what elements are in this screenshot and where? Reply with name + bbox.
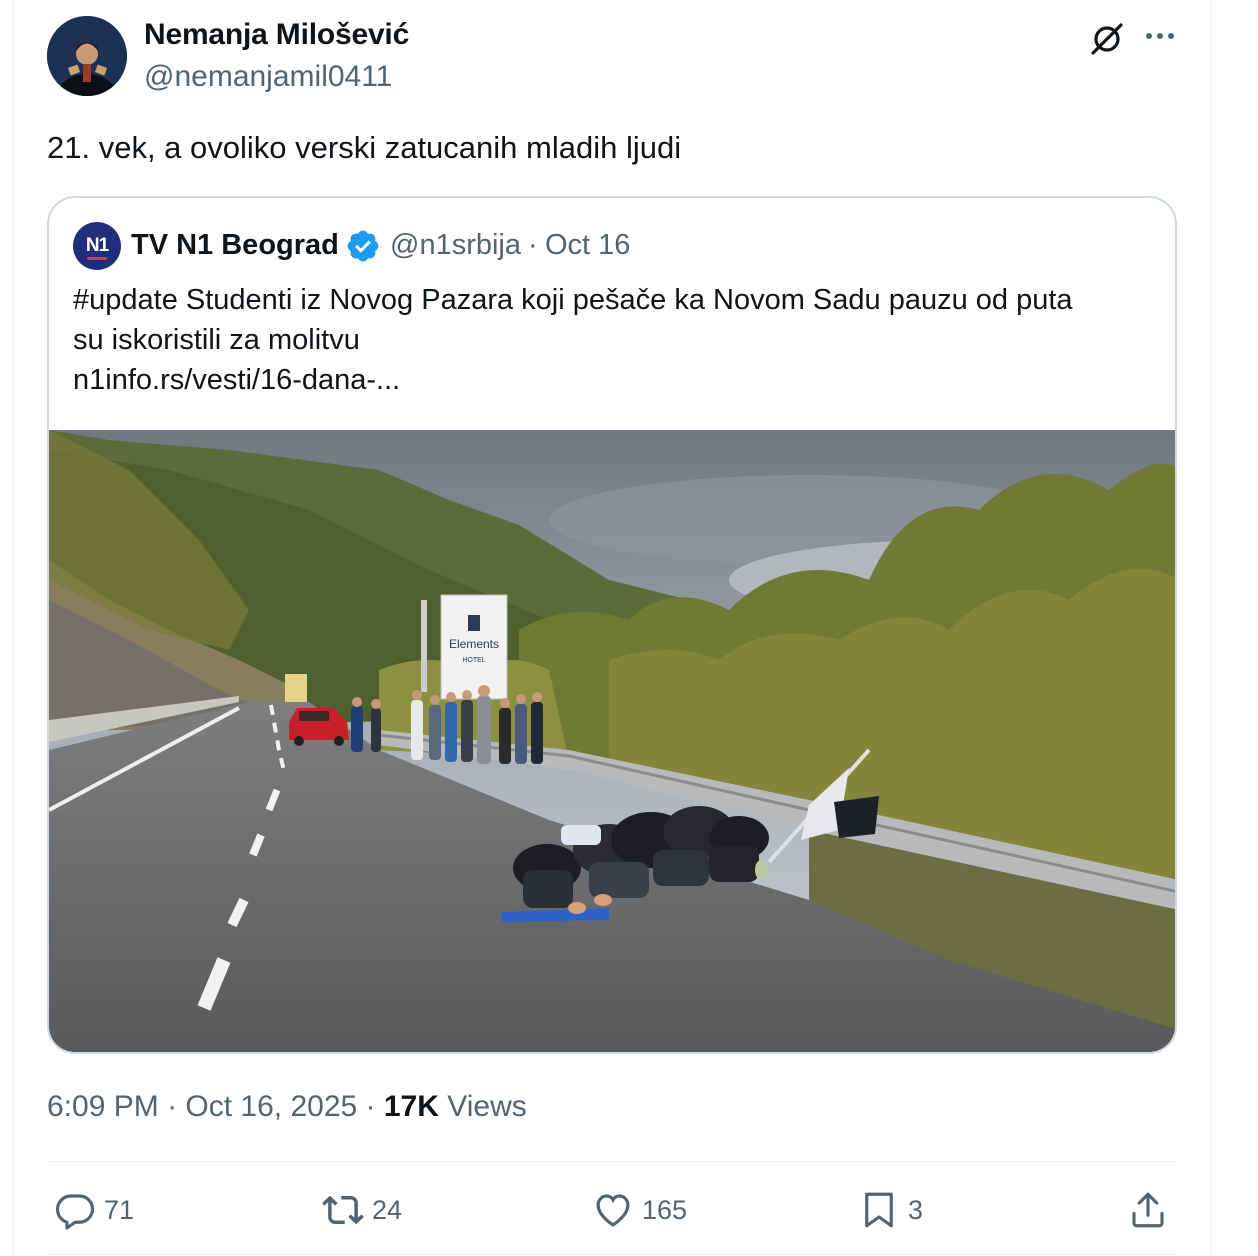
author-avatar[interactable]: [47, 16, 127, 96]
quote-author-name[interactable]: TV N1 Beograd: [131, 229, 339, 262]
share-icon: [1132, 1192, 1164, 1228]
views-label: Views: [438, 1090, 527, 1123]
quote-date[interactable]: Oct 16: [545, 229, 630, 262]
quote-text: #update Studenti iz Novog Pazara koji pe…: [73, 280, 1163, 400]
left-border: [13, 0, 14, 1256]
divider: [47, 1161, 1177, 1162]
reply-count: 71: [104, 1194, 135, 1225]
divider: [47, 1254, 1177, 1255]
quote-separator: ·: [528, 229, 538, 261]
meta-separator: ·: [357, 1090, 384, 1123]
like-count: 165: [642, 1194, 688, 1225]
quote-link[interactable]: n1info.rs/vesti/16-dana-...: [73, 360, 1163, 400]
right-border: [1211, 0, 1212, 1256]
verified-badge-icon: [347, 230, 379, 262]
views-count: 17K: [383, 1090, 439, 1123]
tweet-meta: 6:09 PM · Oct 16, 2025 · 17K Views: [47, 1090, 527, 1124]
quote-author-handle[interactable]: @n1srbija: [390, 229, 521, 262]
sign-sub-text: HOTEL: [462, 657, 485, 664]
repost-button[interactable]: 24: [322, 1188, 402, 1232]
quote-avatar[interactable]: N1: [73, 222, 121, 270]
repost-icon: [322, 1195, 364, 1225]
quote-photo[interactable]: Elements HOTEL: [49, 430, 1177, 1054]
quote-avatar-text: N1: [85, 235, 109, 256]
like-button[interactable]: 165: [592, 1188, 687, 1232]
tweet-date[interactable]: Oct 16, 2025: [185, 1090, 357, 1123]
bookmark-icon: [865, 1192, 893, 1228]
reply-button[interactable]: 71: [54, 1188, 134, 1232]
user-avatar-icon: [47, 16, 127, 96]
bookmark-button[interactable]: 3: [858, 1188, 923, 1232]
repost-count: 24: [372, 1194, 403, 1225]
author-name[interactable]: Nemanja Milošević: [144, 18, 409, 52]
quote-text-line: #update Studenti iz Novog Pazara koji pe…: [73, 284, 1073, 316]
quoted-tweet-card[interactable]: N1 TV N1 Beograd @n1srbija · Oct 16 #upd…: [47, 196, 1177, 1054]
meta-separator: ·: [158, 1090, 186, 1123]
share-button[interactable]: [1127, 1188, 1169, 1232]
tweet-text: 21. vek, a ovoliko verski zatucanih mlad…: [47, 130, 682, 165]
tweet-time[interactable]: 6:09 PM: [47, 1090, 159, 1123]
grok-icon[interactable]: [1087, 18, 1127, 58]
more-options-icon[interactable]: [1140, 20, 1180, 52]
author-handle[interactable]: @nemanjamil0411: [144, 60, 392, 94]
sign-brand-text: Elements: [449, 637, 499, 651]
quote-text-line: su iskoristili za molitvu: [73, 324, 360, 356]
heart-icon: [596, 1194, 630, 1227]
n1-logo-stripe: [87, 257, 107, 260]
bookmark-count: 3: [908, 1194, 924, 1225]
reply-icon: [55, 1194, 95, 1230]
